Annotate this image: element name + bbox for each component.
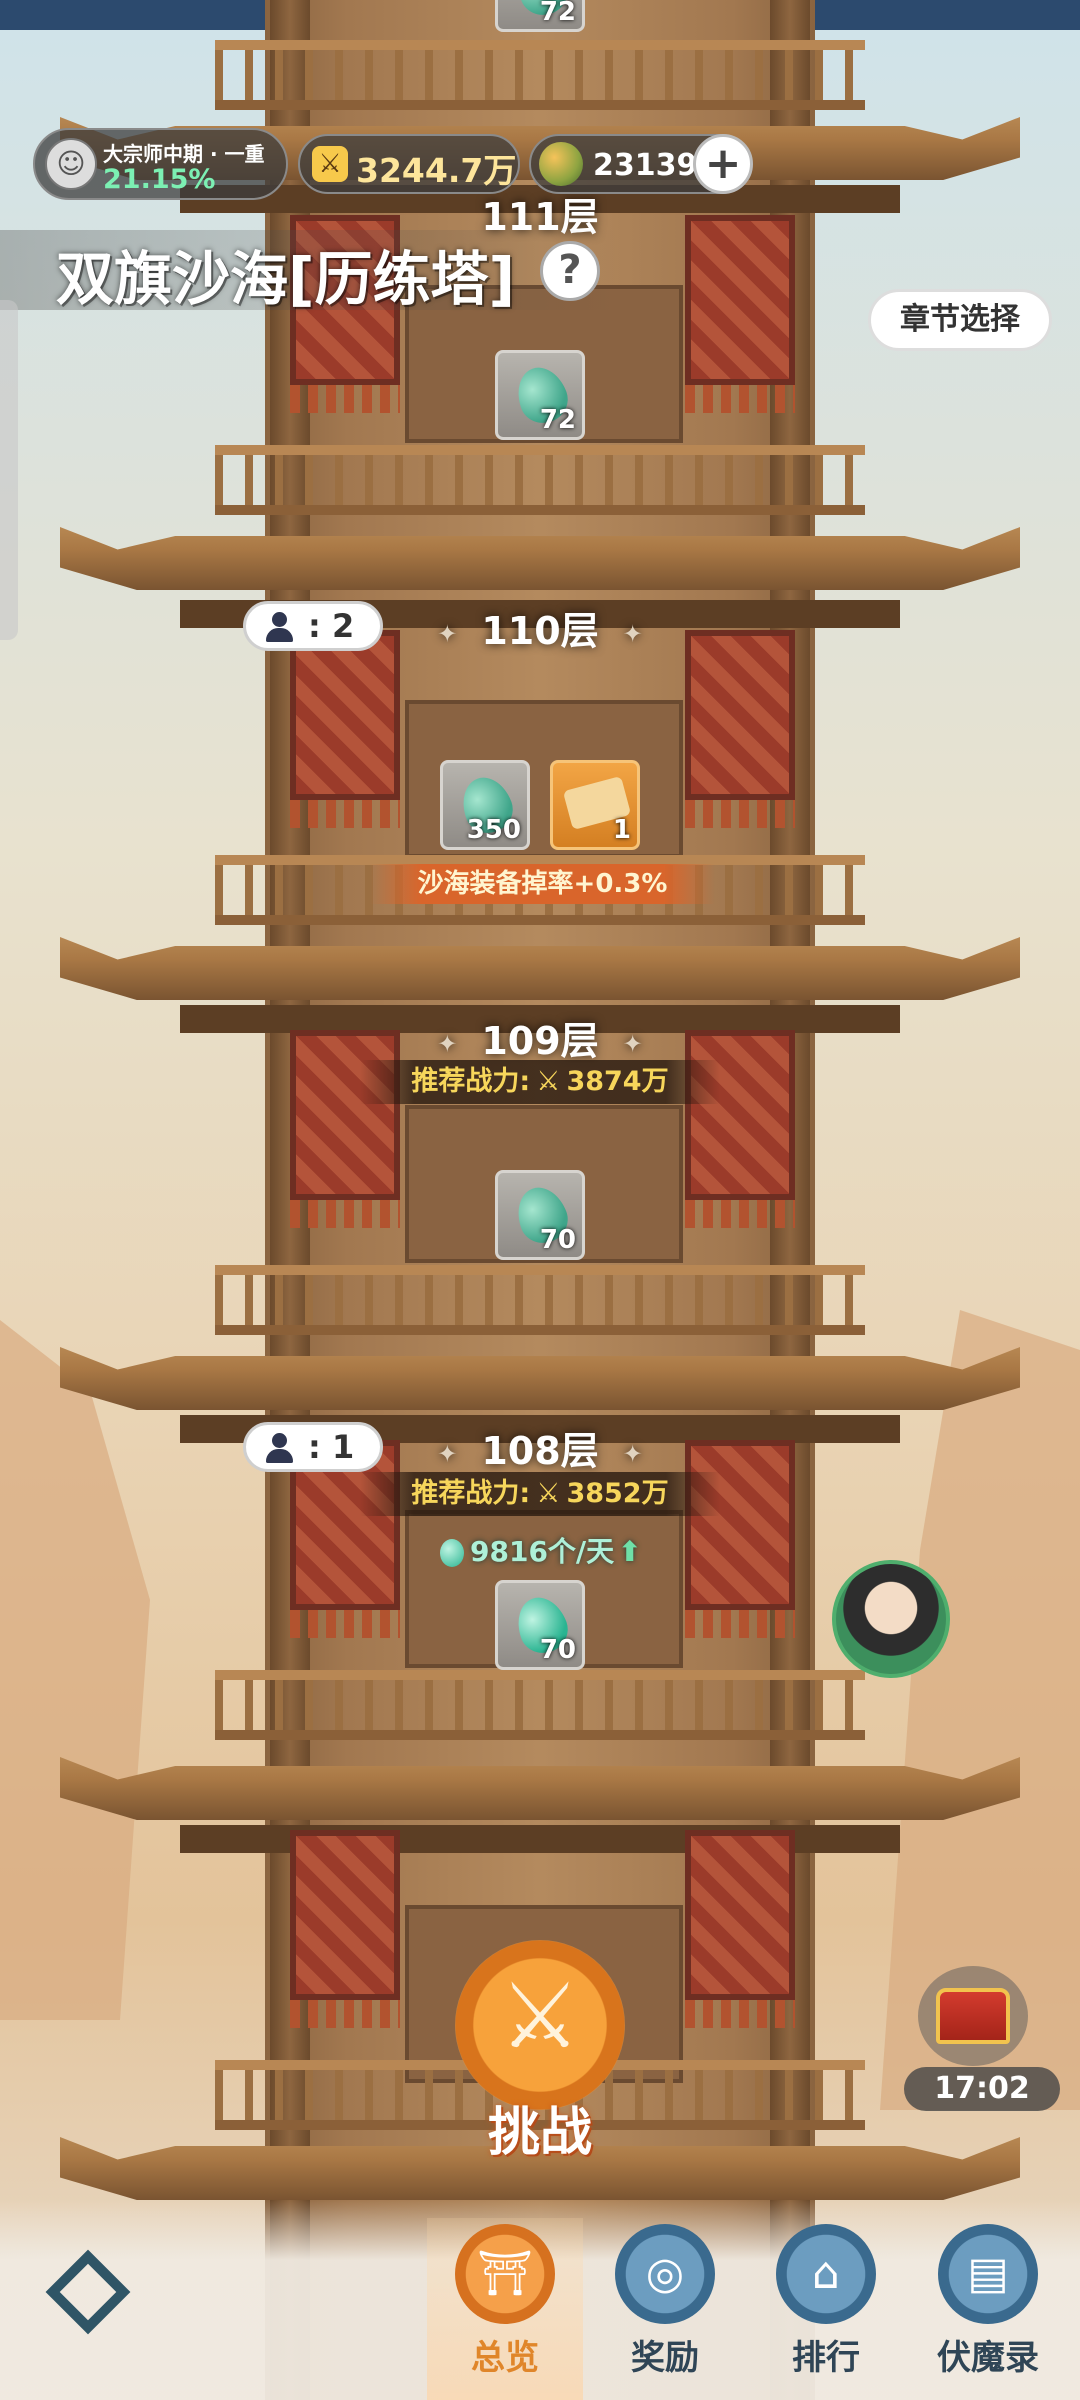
coin-icon [539, 142, 583, 186]
sparkle-icon: ✦ [622, 619, 643, 648]
railing [215, 445, 865, 515]
swords-icon: ⚔ [536, 1066, 561, 1097]
nav-demon-record[interactable]: ▤ 伏魔录 [910, 2218, 1066, 2400]
nav-rewards[interactable]: ◎ 奖励 [587, 2218, 743, 2400]
power-value: 3244.7万 [356, 151, 517, 190]
sparkle-icon: ✦ [622, 1439, 643, 1468]
power-pill: ⚔ 3244.7万 [298, 134, 520, 194]
nav-overview[interactable]: ⛩ 总览 [427, 2218, 583, 2400]
floor-reward-item[interactable]: 70 [495, 1170, 585, 1260]
banner [685, 1440, 795, 1638]
floor-reward-item[interactable]: 72 [495, 350, 585, 440]
banner [685, 1830, 795, 2028]
jade-icon [440, 1539, 464, 1567]
banner [685, 215, 795, 413]
chapter-select-button[interactable]: 章节选择 [868, 289, 1052, 351]
currency-value: 23139 [593, 148, 698, 183]
swords-icon: ⚔ [312, 146, 348, 182]
banner [685, 1030, 795, 1228]
reward-icon: ◎ [615, 2224, 715, 2324]
drop-rate-bonus: 沙海装备掉率+0.3% [370, 864, 715, 904]
chest-icon [936, 1988, 1010, 2044]
person-icon [264, 1433, 294, 1463]
side-drawer-tab[interactable] [0, 300, 18, 640]
recommended-power: 推荐战力: ⚔ 3874万 [360, 1060, 720, 1104]
recommended-power: 推荐战力: ⚔ 3852万 [360, 1472, 720, 1516]
floor-reward-item[interactable]: 1 [550, 760, 640, 850]
crossed-swords-icon: ⚔ [499, 1964, 581, 2069]
player-character-avatar[interactable] [832, 1560, 950, 1678]
yield-rate: 9816个/天 ⬆ [440, 1532, 642, 1572]
arrow-up-icon: ⬆ [618, 1535, 642, 1568]
help-button[interactable]: ? [540, 241, 600, 301]
person-icon [264, 612, 294, 642]
banner [290, 630, 400, 828]
floor-reward-item[interactable]: 72 [495, 0, 585, 32]
challenge-label[interactable]: 挑战 [470, 2090, 610, 2165]
player-count-badge: : 2 [243, 601, 383, 651]
floor-label-108: ✦ 108层 ✦ [437, 1429, 643, 1473]
railing [215, 1670, 865, 1740]
floor-label-109: ✦ 109层 ✦ [437, 1019, 643, 1063]
chest-timer: 17:02 [904, 2067, 1060, 2111]
sparkle-icon: ✦ [437, 1029, 458, 1058]
banner [290, 1830, 400, 2028]
floor-reward-item[interactable]: 70 [495, 1580, 585, 1670]
treasure-chest-button[interactable] [918, 1966, 1028, 2066]
player-count-badge: : 1 [243, 1422, 383, 1472]
swords-icon: ⚔ [536, 1478, 561, 1509]
player-rank: 大宗师中期 · 一重 [103, 142, 265, 166]
sparkle-icon: ✦ [437, 619, 458, 648]
player-info-pill[interactable]: ☺ 大宗师中期 · 一重 21.15% [33, 128, 288, 200]
sparkle-icon: ✦ [622, 1029, 643, 1058]
scroll-icon: ▤ [938, 2224, 1038, 2324]
page-title: 双旗沙海[历练塔] [56, 245, 516, 313]
game-logo-icon[interactable] [38, 2249, 138, 2340]
railing [215, 1265, 865, 1335]
add-currency-button[interactable]: + [693, 134, 753, 194]
banner [685, 630, 795, 828]
challenge-button[interactable]: ⚔ [455, 1940, 625, 2110]
pagoda-icon: ⛩ [455, 2224, 555, 2324]
sparkle-icon: ✦ [437, 1439, 458, 1468]
banner [290, 1030, 400, 1228]
player-progress: 21.15% [103, 164, 216, 195]
ranking-icon: ⌂ [776, 2224, 876, 2324]
railing [215, 40, 865, 110]
floor-label-110: ✦ 110层 ✦ [437, 609, 643, 653]
desert-rock-left [0, 1320, 150, 2020]
floor-reward-item[interactable]: 350 [440, 760, 530, 850]
nav-ranking[interactable]: ⌂ 排行 [748, 2218, 904, 2400]
avatar: ☺ [45, 138, 97, 190]
